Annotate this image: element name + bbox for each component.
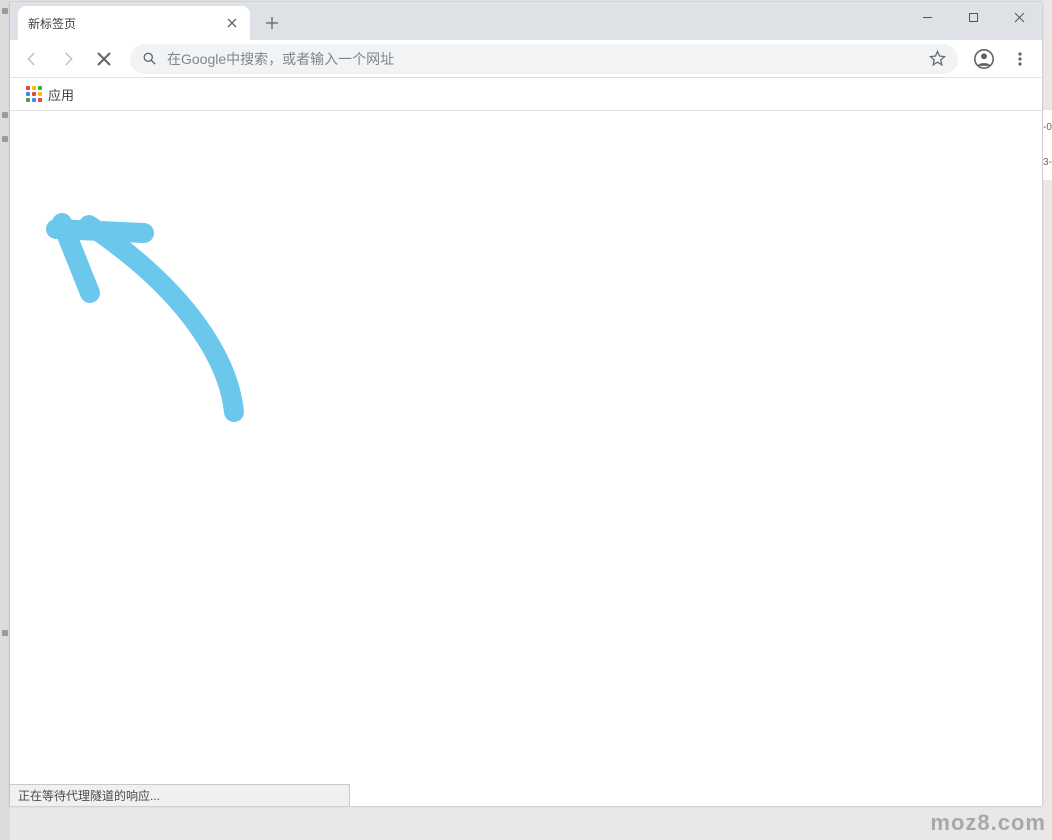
address-input[interactable] bbox=[167, 51, 919, 67]
forward-button[interactable] bbox=[52, 43, 84, 75]
page-content: 正在等待代理隧道的响应... bbox=[10, 111, 1042, 806]
tab-active[interactable]: 新标签页 bbox=[18, 6, 250, 40]
omnibox[interactable] bbox=[130, 44, 958, 74]
status-bar: 正在等待代理隧道的响应... bbox=[10, 784, 350, 806]
minimize-button[interactable] bbox=[904, 2, 950, 32]
maximize-button[interactable] bbox=[950, 2, 996, 32]
bookmark-star-icon[interactable] bbox=[929, 50, 946, 67]
tab-title: 新标签页 bbox=[28, 15, 224, 32]
apps-grid-icon bbox=[26, 86, 42, 102]
right-background-peek: -0 3- bbox=[1042, 110, 1052, 180]
search-icon bbox=[142, 51, 157, 66]
window-controls bbox=[904, 2, 1042, 32]
close-tab-icon[interactable] bbox=[224, 15, 240, 31]
status-text: 正在等待代理隧道的响应... bbox=[18, 787, 160, 804]
annotation-arrow bbox=[34, 197, 274, 437]
stop-button[interactable] bbox=[88, 43, 120, 75]
toolbar bbox=[10, 40, 1042, 78]
tab-strip: 新标签页 bbox=[10, 2, 1042, 40]
close-window-button[interactable] bbox=[996, 2, 1042, 32]
background-window-sliver bbox=[0, 0, 10, 840]
back-button[interactable] bbox=[16, 43, 48, 75]
profile-button[interactable] bbox=[968, 43, 1000, 75]
watermark: moz8.com bbox=[930, 810, 1046, 836]
new-tab-button[interactable] bbox=[258, 9, 286, 37]
chrome-menu-button[interactable] bbox=[1004, 43, 1036, 75]
apps-shortcut[interactable]: 应用 bbox=[20, 81, 80, 108]
chrome-browser-window: 新标签页 bbox=[10, 2, 1042, 806]
apps-label: 应用 bbox=[48, 85, 74, 104]
bookmark-bar: 应用 bbox=[10, 78, 1042, 111]
